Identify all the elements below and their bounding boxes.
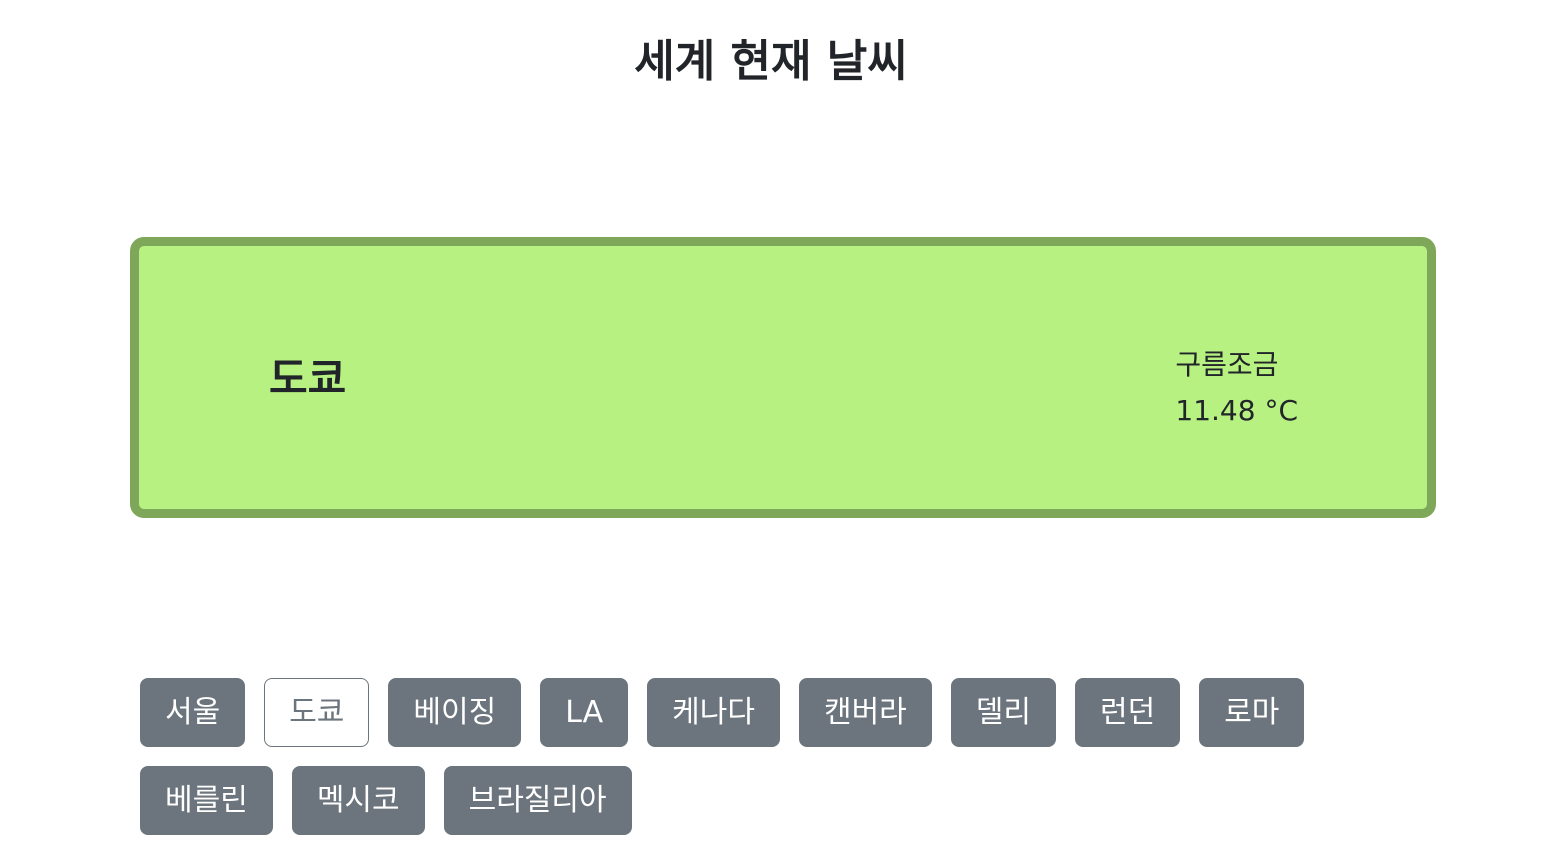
city-name: 도쿄 xyxy=(269,354,347,403)
city-button-mexico[interactable]: 멕시코 xyxy=(291,766,425,835)
city-button-berlin[interactable]: 베를린 xyxy=(140,766,273,835)
temperature-value: 11.48 °C xyxy=(1175,394,1298,427)
weather-description: 구름조금 xyxy=(1175,348,1279,381)
city-button-delhi[interactable]: 델리 xyxy=(950,678,1056,747)
city-button-seoul[interactable]: 서울 xyxy=(140,678,246,747)
city-button-canberra[interactable]: 캔버라 xyxy=(798,678,932,747)
city-button-canada[interactable]: 케나다 xyxy=(647,678,780,747)
city-button-group: 서울 도쿄 베이징 LA 케나다 캔버라 델리 런던 로마 베를린 멕시코 브라… xyxy=(140,678,1340,835)
city-button-beijing[interactable]: 베이징 xyxy=(388,678,522,747)
page-title: 세계 현재 날씨 xyxy=(634,36,908,87)
city-button-brasilia[interactable]: 브라질리아 xyxy=(443,766,632,835)
city-button-tokyo[interactable]: 도쿄 xyxy=(264,678,370,747)
weather-card: 도쿄 구름조금 11.48 °C xyxy=(130,237,1436,518)
weather-info: 구름조금 11.48 °C xyxy=(1175,342,1298,434)
city-button-la[interactable]: LA xyxy=(540,678,629,747)
city-button-london[interactable]: 런던 xyxy=(1074,678,1181,747)
city-button-rome[interactable]: 로마 xyxy=(1199,678,1305,747)
